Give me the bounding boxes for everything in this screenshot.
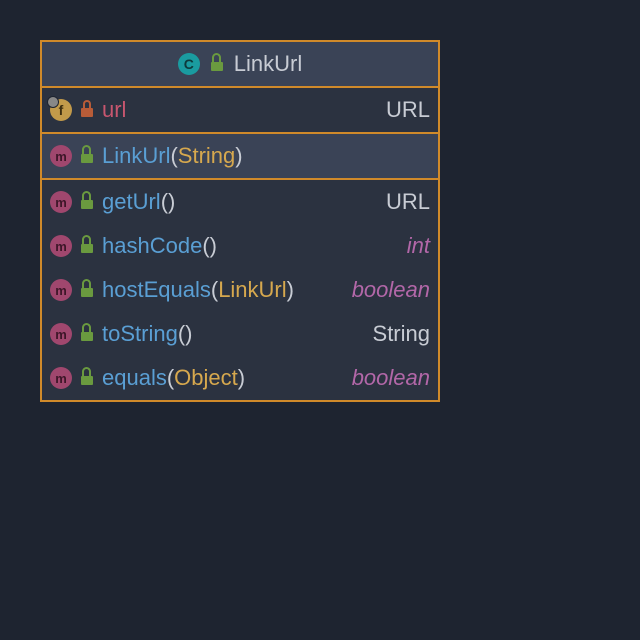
public-lock-icon	[210, 57, 224, 71]
method-row[interactable]: m toString() String	[42, 312, 438, 356]
method-row[interactable]: m hashCode() int	[42, 224, 438, 268]
method-signature: hashCode()	[102, 233, 217, 259]
method-icon: m	[50, 323, 72, 345]
method-icon: m	[50, 279, 72, 301]
public-lock-icon	[80, 149, 94, 163]
constructor-signature: LinkUrl(String)	[102, 143, 243, 169]
public-lock-icon	[80, 239, 94, 253]
method-signature: getUrl()	[102, 189, 175, 215]
public-lock-icon	[80, 283, 94, 297]
return-type: int	[407, 233, 430, 259]
field-row[interactable]: f url URL	[42, 88, 438, 132]
method-signature: toString()	[102, 321, 192, 347]
constructors-section: m LinkUrl(String)	[42, 132, 438, 178]
method-row[interactable]: m getUrl() URL	[42, 180, 438, 224]
class-name: LinkUrl	[234, 51, 302, 77]
field-name: url	[102, 97, 126, 123]
method-icon: m	[50, 191, 72, 213]
field-icon: f	[50, 99, 72, 121]
field-type: URL	[386, 97, 430, 123]
class-diagram: C LinkUrl f url URL m LinkUrl(String) m	[40, 40, 440, 402]
class-header: C LinkUrl	[42, 42, 438, 86]
return-type: boolean	[352, 365, 430, 391]
return-type: String	[373, 321, 430, 347]
methods-section: m getUrl() URL m hashCode() int m hostEq…	[42, 178, 438, 400]
public-lock-icon	[80, 371, 94, 385]
method-row[interactable]: m hostEquals(LinkUrl) boolean	[42, 268, 438, 312]
constructor-row[interactable]: m LinkUrl(String)	[42, 134, 438, 178]
public-lock-icon	[80, 195, 94, 209]
return-type: boolean	[352, 277, 430, 303]
method-icon: m	[50, 145, 72, 167]
method-signature: hostEquals(LinkUrl)	[102, 277, 294, 303]
return-type: URL	[386, 189, 430, 215]
method-signature: equals(Object)	[102, 365, 245, 391]
class-icon: C	[178, 53, 200, 75]
public-lock-icon	[80, 327, 94, 341]
fields-section: f url URL	[42, 86, 438, 132]
private-lock-icon	[80, 103, 94, 117]
method-icon: m	[50, 367, 72, 389]
method-icon: m	[50, 235, 72, 257]
method-row[interactable]: m equals(Object) boolean	[42, 356, 438, 400]
